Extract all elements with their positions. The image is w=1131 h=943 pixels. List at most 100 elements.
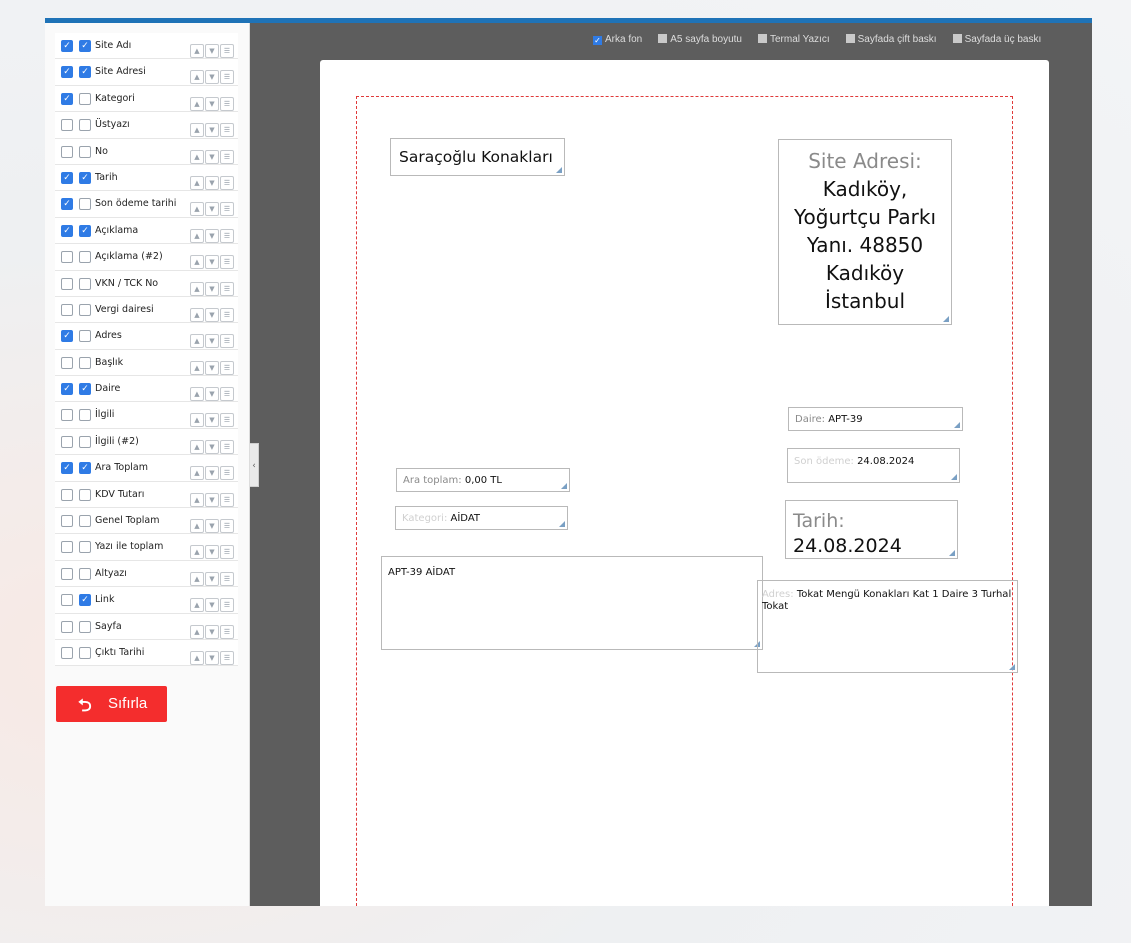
move-up-icon[interactable]: ▲: [190, 466, 204, 481]
field-label-checkbox[interactable]: [79, 515, 91, 528]
move-down-icon[interactable]: ▼: [205, 149, 219, 164]
move-down-icon[interactable]: ▼: [205, 255, 219, 270]
field-visible-checkbox[interactable]: [61, 409, 73, 422]
field-label-checkbox[interactable]: [79, 356, 91, 369]
move-down-icon[interactable]: ▼: [205, 545, 219, 560]
option-checkbox[interactable]: [845, 34, 855, 43]
align-icon[interactable]: ☰: [220, 387, 234, 402]
print-option[interactable]: ✓ Arka fon: [593, 34, 642, 45]
site-address-box[interactable]: Site Adresi: Kadıköy, Yoğurtçu Parkı Yan…: [778, 139, 952, 325]
move-up-icon[interactable]: ▲: [190, 519, 204, 534]
move-down-icon[interactable]: ▼: [205, 492, 219, 507]
move-down-icon[interactable]: ▼: [205, 598, 219, 613]
ara-toplam-box[interactable]: Ara toplam: 0,00 TL: [396, 468, 570, 492]
align-icon[interactable]: ☰: [220, 281, 234, 296]
reset-button[interactable]: ⮌ Sıfırla: [56, 686, 167, 722]
move-up-icon[interactable]: ▲: [190, 96, 204, 111]
tarih-box[interactable]: Tarih: 24.08.2024: [785, 500, 958, 559]
field-visible-checkbox[interactable]: ✓: [61, 171, 73, 184]
field-label-checkbox[interactable]: ✓: [79, 462, 91, 475]
align-icon[interactable]: ☰: [220, 123, 234, 138]
field-label-checkbox[interactable]: [79, 330, 91, 343]
move-up-icon[interactable]: ▲: [190, 202, 204, 217]
option-checkbox[interactable]: [757, 34, 767, 43]
field-visible-checkbox[interactable]: [61, 277, 73, 290]
field-label-checkbox[interactable]: [79, 92, 91, 105]
align-icon[interactable]: ☰: [220, 307, 234, 322]
align-icon[interactable]: ☰: [220, 149, 234, 164]
move-up-icon[interactable]: ▲: [190, 123, 204, 138]
field-label-checkbox[interactable]: ✓: [79, 594, 91, 607]
move-up-icon[interactable]: ▲: [190, 44, 204, 58]
align-icon[interactable]: ☰: [220, 492, 234, 507]
move-down-icon[interactable]: ▼: [205, 202, 219, 217]
move-down-icon[interactable]: ▼: [205, 439, 219, 454]
move-up-icon[interactable]: ▲: [190, 307, 204, 322]
field-visible-checkbox[interactable]: [61, 356, 73, 369]
move-down-icon[interactable]: ▼: [205, 44, 219, 58]
align-icon[interactable]: ☰: [220, 175, 234, 190]
move-up-icon[interactable]: ▲: [190, 439, 204, 454]
field-label-checkbox[interactable]: ✓: [79, 171, 91, 184]
field-label-checkbox[interactable]: ✓: [79, 66, 91, 79]
move-up-icon[interactable]: ▲: [190, 334, 204, 349]
field-visible-checkbox[interactable]: ✓: [61, 66, 73, 79]
print-option[interactable]: Termal Yazıcı: [757, 34, 830, 45]
align-icon[interactable]: ☰: [220, 624, 234, 639]
field-visible-checkbox[interactable]: ✓: [61, 383, 73, 396]
move-up-icon[interactable]: ▲: [190, 175, 204, 190]
field-label-checkbox[interactable]: [79, 541, 91, 554]
field-label-checkbox[interactable]: [79, 567, 91, 580]
daire-box[interactable]: Daire: APT-39: [788, 407, 963, 431]
field-visible-checkbox[interactable]: [61, 119, 73, 132]
align-icon[interactable]: ☰: [220, 70, 234, 85]
align-icon[interactable]: ☰: [220, 228, 234, 243]
print-option[interactable]: A5 sayfa boyutu: [658, 34, 742, 45]
field-visible-checkbox[interactable]: ✓: [61, 198, 73, 211]
move-down-icon[interactable]: ▼: [205, 228, 219, 243]
field-label-checkbox[interactable]: [79, 620, 91, 633]
field-label-checkbox[interactable]: [79, 488, 91, 501]
field-visible-checkbox[interactable]: ✓: [61, 224, 73, 237]
resize-grip-icon[interactable]: [1009, 664, 1015, 670]
move-down-icon[interactable]: ▼: [205, 123, 219, 138]
field-visible-checkbox[interactable]: [61, 541, 73, 554]
align-icon[interactable]: ☰: [220, 598, 234, 613]
move-down-icon[interactable]: ▼: [205, 175, 219, 190]
field-visible-checkbox[interactable]: [61, 435, 73, 448]
move-up-icon[interactable]: ▲: [190, 598, 204, 613]
move-down-icon[interactable]: ▼: [205, 571, 219, 586]
move-up-icon[interactable]: ▲: [190, 255, 204, 270]
resize-grip-icon[interactable]: [954, 422, 960, 428]
move-up-icon[interactable]: ▲: [190, 228, 204, 243]
field-visible-checkbox[interactable]: [61, 567, 73, 580]
field-label-checkbox[interactable]: [79, 198, 91, 211]
field-label-checkbox[interactable]: ✓: [79, 224, 91, 237]
field-visible-checkbox[interactable]: [61, 488, 73, 501]
print-option[interactable]: Sayfada üç baskı: [952, 34, 1041, 45]
move-down-icon[interactable]: ▼: [205, 307, 219, 322]
move-down-icon[interactable]: ▼: [205, 650, 219, 665]
move-down-icon[interactable]: ▼: [205, 70, 219, 85]
print-option[interactable]: Sayfada çift baskı: [845, 34, 937, 45]
field-visible-checkbox[interactable]: [61, 303, 73, 316]
field-visible-checkbox[interactable]: [61, 515, 73, 528]
move-down-icon[interactable]: ▼: [205, 519, 219, 534]
field-label-checkbox[interactable]: ✓: [79, 383, 91, 396]
move-down-icon[interactable]: ▼: [205, 466, 219, 481]
move-up-icon[interactable]: ▲: [190, 624, 204, 639]
field-visible-checkbox[interactable]: ✓: [61, 462, 73, 475]
align-icon[interactable]: ☰: [220, 466, 234, 481]
kategori-box[interactable]: Kategori: AİDAT: [395, 506, 568, 530]
field-visible-checkbox[interactable]: [61, 594, 73, 607]
align-icon[interactable]: ☰: [220, 519, 234, 534]
field-visible-checkbox[interactable]: ✓: [61, 92, 73, 105]
field-label-checkbox[interactable]: [79, 435, 91, 448]
option-checkbox[interactable]: [952, 34, 962, 43]
move-up-icon[interactable]: ▲: [190, 492, 204, 507]
field-visible-checkbox[interactable]: [61, 145, 73, 158]
align-icon[interactable]: ☰: [220, 413, 234, 428]
field-visible-checkbox[interactable]: [61, 646, 73, 659]
resize-grip-icon[interactable]: [556, 167, 562, 173]
align-icon[interactable]: ☰: [220, 545, 234, 560]
